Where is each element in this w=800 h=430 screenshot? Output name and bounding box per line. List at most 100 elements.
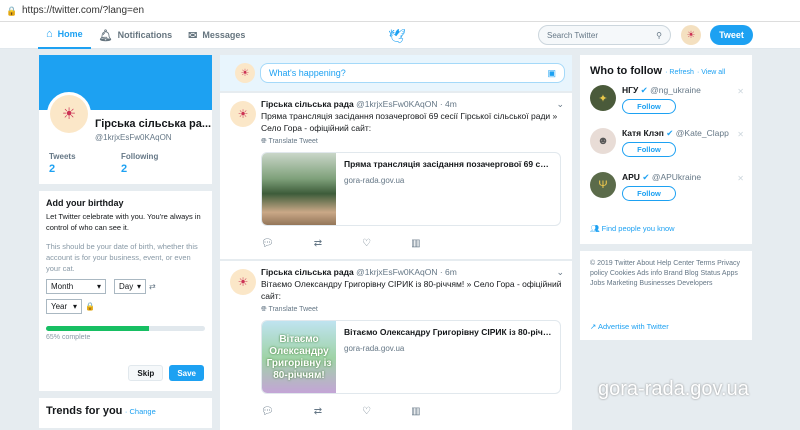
- progress-fill: [46, 326, 150, 331]
- like-icon[interactable]: ♡: [362, 406, 371, 424]
- view-all-link[interactable]: · View all: [697, 69, 725, 76]
- search-icon[interactable]: ⚲: [656, 31, 662, 40]
- tweet-button[interactable]: Tweet: [710, 25, 753, 45]
- avatar[interactable]: ☀: [681, 25, 701, 45]
- footer-card: © 2019 Twitter About Help Center Terms P…: [580, 251, 752, 340]
- birthday-info: This should be your date of birth, wheth…: [46, 242, 198, 273]
- image-icon[interactable]: ▣: [547, 68, 556, 79]
- footer-links[interactable]: © 2019 Twitter About Help Center Terms P…: [590, 259, 742, 289]
- nav-home[interactable]: ⌂ Home: [38, 22, 91, 49]
- compose-input[interactable]: What's happening? ▣: [260, 63, 565, 83]
- avatar[interactable]: ☻: [590, 128, 616, 154]
- tweet-avatar[interactable]: ☀: [230, 101, 256, 127]
- nav-notifications[interactable]: 🔔︎ Notifications: [91, 22, 180, 49]
- profile-name[interactable]: Гірська сільська ра...: [95, 118, 211, 130]
- birthday-card: Add your birthday Let Twitter celebrate …: [39, 191, 212, 391]
- tweets-stat[interactable]: Tweets 2: [49, 152, 76, 175]
- chevron-down-icon: ▾: [72, 302, 77, 311]
- lock-visibility-icon[interactable]: 🔒: [85, 302, 95, 311]
- compose-bar: ☀ What's happening? ▣: [220, 55, 572, 91]
- tweet-1[interactable]: ☀ ⌄ Гірська сільська рада @1krjxEsFw0KAq…: [220, 92, 572, 259]
- link-card-domain: gora-rada.gov.ua: [344, 176, 405, 185]
- following-stat[interactable]: Following 2: [121, 152, 158, 175]
- translate-label: Translate Tweet: [268, 138, 318, 145]
- reply-icon[interactable]: 💬︎: [261, 238, 274, 256]
- nav-home-label: Home: [57, 29, 83, 39]
- follow-suggestion[interactable]: ☻ Катя Клэп ✔ @Kate_Clapp Follow: [590, 128, 729, 157]
- day-select[interactable]: Day ▾: [114, 279, 146, 294]
- nav-messages[interactable]: ✉ Messages: [180, 22, 253, 49]
- chevron-down-icon: ▾: [96, 282, 101, 291]
- compose-placeholder: What's happening?: [269, 68, 346, 78]
- tweet-handle[interactable]: @1krjxEsFw0KAqON: [356, 99, 437, 109]
- follow-button[interactable]: Follow: [622, 99, 676, 114]
- profile-handle[interactable]: @1krjxEsFw0KAqON: [95, 133, 172, 142]
- birthday-desc: Let Twitter celebrate with you. You're a…: [46, 212, 201, 232]
- translate-label: Translate Tweet: [268, 306, 318, 313]
- translate-link[interactable]: 🌐︎ Translate Tweet: [261, 138, 564, 146]
- globe-icon: 🌐︎: [261, 138, 267, 145]
- month-value: Month: [51, 282, 74, 291]
- trends-change-link[interactable]: · Change: [125, 407, 156, 416]
- link-card[interactable]: Вітаємо Олександру Григорівну із 80-річч…: [261, 320, 561, 394]
- twitter-bird-icon[interactable]: 🕊︎: [388, 28, 406, 45]
- suggestion-handle[interactable]: @Kate_Clapp: [676, 128, 729, 138]
- link-card-domain: gora-rada.gov.ua: [344, 344, 405, 353]
- search-input[interactable]: Search Twitter ⚲: [538, 25, 671, 45]
- analytics-icon[interactable]: ▥: [411, 238, 420, 256]
- who-to-follow-header: Who to follow · Refresh · View all: [590, 65, 742, 77]
- search-placeholder: Search Twitter: [547, 30, 598, 40]
- save-button[interactable]: Save: [169, 365, 204, 381]
- translate-link[interactable]: 🌐︎ Translate Tweet: [261, 306, 564, 314]
- chevron-down-icon[interactable]: ⌄: [556, 99, 564, 110]
- retweet-icon[interactable]: ⇄: [314, 406, 322, 424]
- refresh-link[interactable]: · Refresh: [665, 69, 694, 76]
- close-icon[interactable]: ✕: [737, 174, 744, 183]
- suggestion-name[interactable]: НГУ: [622, 85, 638, 95]
- progress-label: 65% complete: [46, 334, 91, 341]
- tweet-2[interactable]: ☀ ⌄ Гірська сільська рада @1krjxEsFw0KAq…: [220, 260, 572, 430]
- tweet-author[interactable]: Гірська сільська рада: [261, 99, 354, 109]
- avatar[interactable]: ☀: [235, 63, 255, 83]
- link-card[interactable]: Пряма трансляція засідання позачергової …: [261, 152, 561, 226]
- tweet-handle[interactable]: @1krjxEsFw0KAqON: [356, 267, 437, 277]
- follow-suggestion[interactable]: ✦ НГУ ✔ @ng_ukraine Follow: [590, 85, 701, 114]
- tweet-author[interactable]: Гірська сільська рада: [261, 267, 354, 277]
- url-text[interactable]: https://twitter.com/?lang=en: [22, 5, 144, 16]
- close-icon[interactable]: ✕: [737, 87, 744, 96]
- year-select[interactable]: Year ▾: [46, 299, 82, 314]
- verified-icon: ✔: [640, 85, 648, 95]
- day-value: Day: [119, 282, 134, 291]
- tweet-time[interactable]: · 4m: [440, 99, 457, 109]
- suggestion-name[interactable]: APU: [622, 172, 640, 182]
- month-select[interactable]: Month ▾: [46, 279, 106, 294]
- profile-avatar[interactable]: ☀: [47, 92, 91, 136]
- advertise-link[interactable]: ↗ Advertise with Twitter: [590, 322, 669, 332]
- retweet-icon[interactable]: ⇄: [314, 238, 322, 256]
- tweet-avatar[interactable]: ☀: [230, 269, 256, 295]
- follow-button[interactable]: Follow: [622, 142, 676, 157]
- tweet-text: Пряма трансляція засідання позачергової …: [261, 111, 558, 133]
- browser-address-bar[interactable]: 🔒 https://twitter.com/?lang=en: [0, 0, 800, 22]
- suggestion-name[interactable]: Катя Клэп: [622, 128, 664, 138]
- avatar[interactable]: ✦: [590, 85, 616, 111]
- skip-button[interactable]: Skip: [128, 365, 164, 381]
- find-people-link[interactable]: 👥︎ Find people you know: [590, 224, 675, 233]
- suggestion-handle[interactable]: @ng_ukraine: [650, 85, 701, 95]
- close-icon[interactable]: ✕: [737, 130, 744, 139]
- lock-icon: 🔒: [6, 5, 18, 16]
- chevron-down-icon[interactable]: ⌄: [556, 267, 564, 278]
- avatar[interactable]: Ψ: [590, 172, 616, 198]
- following-label: Following: [121, 152, 159, 161]
- swap-icon[interactable]: ⇄: [149, 282, 156, 291]
- follow-button[interactable]: Follow: [622, 186, 676, 201]
- verified-icon: ✔: [642, 172, 650, 182]
- follow-suggestion[interactable]: Ψ APU ✔ @APUkraine Follow: [590, 172, 701, 201]
- suggestion-handle[interactable]: @APUkraine: [652, 172, 701, 182]
- emblem-icon: ☀: [50, 95, 88, 133]
- tweet-time[interactable]: · 6m: [440, 267, 457, 277]
- reply-icon[interactable]: 💬︎: [261, 406, 274, 424]
- like-icon[interactable]: ♡: [362, 238, 371, 256]
- globe-icon: 🌐︎: [261, 306, 267, 313]
- analytics-icon[interactable]: ▥: [411, 406, 420, 424]
